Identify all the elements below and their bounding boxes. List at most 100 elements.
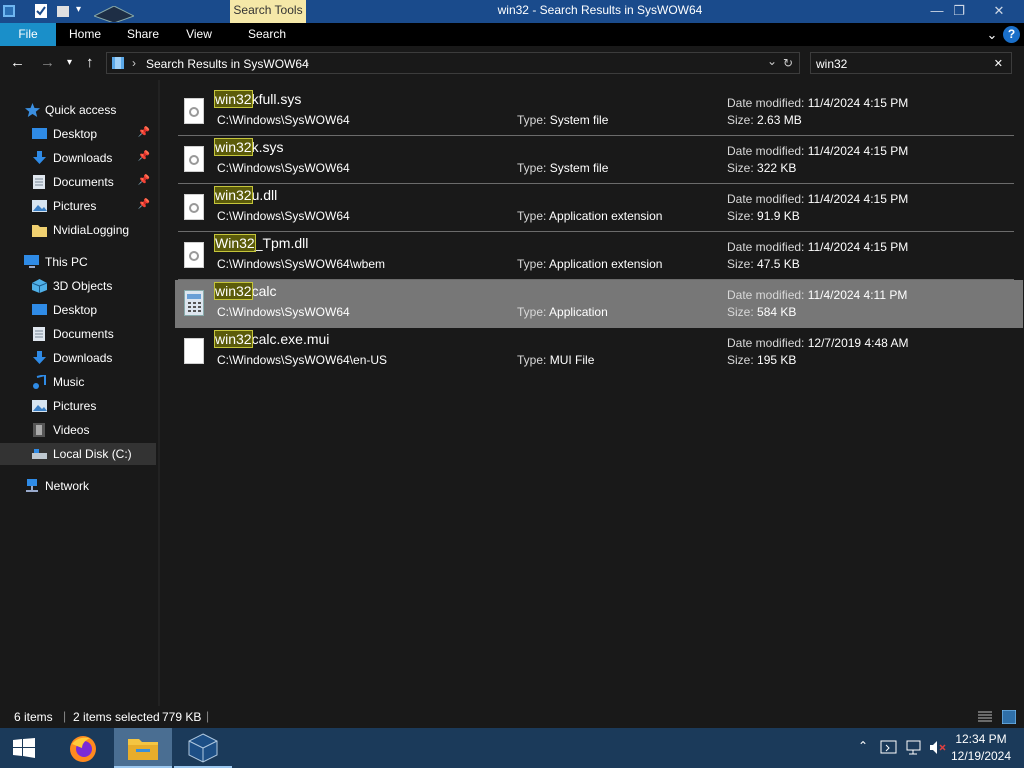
nav-pc-music[interactable]: Music [0,371,156,393]
search-box[interactable]: win32 ✕ [810,52,1012,74]
close-button[interactable]: ✕ [984,0,1014,23]
show-hidden-icons[interactable]: ⌃ [858,739,868,753]
nav-quick-downloads[interactable]: Downloads 📌 [0,147,156,169]
result-row[interactable]: win32calc.exe.mui C:\Windows\SysWOW64\en… [178,328,1014,376]
status-bar: 6 items | 2 items selected 779 KB | [0,706,1024,728]
nav-quick-nvidialogging[interactable]: NvidiaLogging [0,219,156,241]
forward-arrow-icon[interactable]: → [40,54,55,71]
nav-pc-pictures[interactable]: Pictures [0,395,156,417]
tab-share[interactable]: Share [116,23,170,46]
help-icon[interactable]: ? [1003,26,1020,43]
volume-muted-icon[interactable] [929,740,947,756]
pin-icon: 📌 [137,151,150,162]
file-name: win32calc.exe.mui [214,330,329,348]
nav-label: Desktop [53,303,98,317]
nav-pc-downloads[interactable]: Downloads [0,347,156,369]
result-row[interactable]: win32kfull.sys C:\Windows\SysWOW64 Type:… [178,88,1014,136]
breadcrumb-separator[interactable]: › [132,56,136,70]
result-row[interactable]: win32k.sys C:\Windows\SysWOW64 Type: Sys… [178,136,1014,184]
pin-icon: 📌 [137,175,150,186]
collapse-ribbon-icon[interactable]: ⌄ [982,23,1002,46]
tab-home[interactable]: Home [58,23,112,46]
result-row[interactable]: win32u.dll C:\Windows\SysWOW64 Type: App… [178,184,1014,232]
clock[interactable]: 12:34 PM 12/19/2024 [946,731,1016,765]
nav-pc-local-disk[interactable]: Local Disk (C:) [0,443,156,465]
taskbar-virtualbox[interactable] [174,728,232,768]
nav-label: Pictures [53,199,97,213]
recent-locations-icon[interactable]: ▾ [67,57,72,68]
nav-label: Music [53,375,85,389]
file-type: Type: MUI File [517,353,595,367]
clear-search-icon[interactable]: ✕ [994,57,1003,70]
file-name: win32calc [214,282,277,300]
back-arrow-icon[interactable]: ← [10,54,25,71]
nav-pc-desktop[interactable]: Desktop [0,299,156,321]
search-tools-context-tab[interactable]: Search Tools [230,0,306,23]
nav-quick-access[interactable]: Quick access [0,99,156,121]
ribbon-tabs: File Home Share View Search ⌄ ? [0,23,1024,46]
nav-label: Videos [53,423,90,437]
nav-quick-desktop[interactable]: Desktop 📌 [0,123,156,145]
selection-count: 2 items selected [73,710,160,724]
file-size: Size: 47.5 KB [727,257,800,271]
nav-pc-3d-objects[interactable]: 3D Objects [0,275,156,297]
nav-quick-pictures[interactable]: Pictures 📌 [0,195,156,217]
up-arrow-icon[interactable]: ↑ [86,54,94,71]
search-input[interactable]: win32 [816,57,847,71]
search-match: win32 [214,90,253,108]
breadcrumb-trailing-separator[interactable]: › [305,56,309,70]
file-name-rest: kfull.sys [251,91,302,107]
search-match: win32 [214,138,253,156]
security-icon[interactable] [880,740,898,756]
file-type: Type: Application [517,305,608,319]
tab-file[interactable]: File [0,23,56,46]
refresh-icon[interactable]: ↻ [783,56,793,70]
search-match: Win32 [214,234,256,252]
virtualbox-window-icon [94,6,134,22]
properties-icon[interactable] [34,3,48,19]
tab-search[interactable]: Search [236,23,298,46]
mui-file-icon [184,338,204,364]
result-row[interactable]: Win32_Tpm.dll C:\Windows\SysWOW64\wbem T… [178,232,1014,280]
nav-label: Desktop [53,127,98,141]
file-size: Size: 322 KB [727,161,797,175]
network-icon [26,479,38,492]
nav-label: Local Disk (C:) [53,447,132,461]
folder-icon [32,225,47,237]
star-icon [25,103,40,117]
file-name: win32kfull.sys [214,90,302,108]
breadcrumb-location[interactable]: Search Results in SysWOW64 [146,57,309,71]
file-size: Size: 195 KB [727,353,797,367]
desktop-icon [32,304,47,315]
nav-pc-documents[interactable]: Documents [0,323,156,345]
start-button[interactable] [0,728,48,768]
documents-icon [33,327,45,341]
file-type: Type: Application extension [517,209,663,223]
videos-icon [33,423,45,437]
pictures-icon [32,400,47,412]
nav-network[interactable]: Network [0,475,156,497]
explorer-window-icon[interactable] [2,3,16,19]
customize-quick-access-icon[interactable]: ▾ [76,4,81,20]
nav-pc-videos[interactable]: Videos [0,419,156,441]
taskbar-file-explorer[interactable] [114,728,172,768]
file-type: Type: Application extension [517,257,663,271]
selection-size: 779 KB [162,710,202,724]
network-status-icon[interactable] [905,740,923,756]
large-icons-view-icon[interactable] [1002,710,1016,724]
restore-button[interactable]: ❐ [944,0,974,23]
taskbar-firefox[interactable] [54,728,112,768]
search-match: win32 [214,282,253,300]
nav-label: Documents [53,327,114,341]
navigation-pane: Quick access Desktop 📌 Downloads 📌 Docum… [0,80,158,706]
address-bar[interactable]: › Search Results in SysWOW64 › ⌄ ↻ [106,52,800,74]
pin-icon: 📌 [137,199,150,210]
nav-this-pc[interactable]: This PC [0,251,156,273]
address-dropdown-icon[interactable]: ⌄ [767,54,777,68]
tab-view[interactable]: View [172,23,226,46]
new-folder-icon[interactable] [56,3,70,19]
result-row-selected[interactable]: win32calc C:\Windows\SysWOW64 Type: Appl… [175,280,1023,328]
status-divider: | [206,709,210,723]
nav-quick-documents[interactable]: Documents 📌 [0,171,156,193]
details-view-icon[interactable] [978,711,992,723]
